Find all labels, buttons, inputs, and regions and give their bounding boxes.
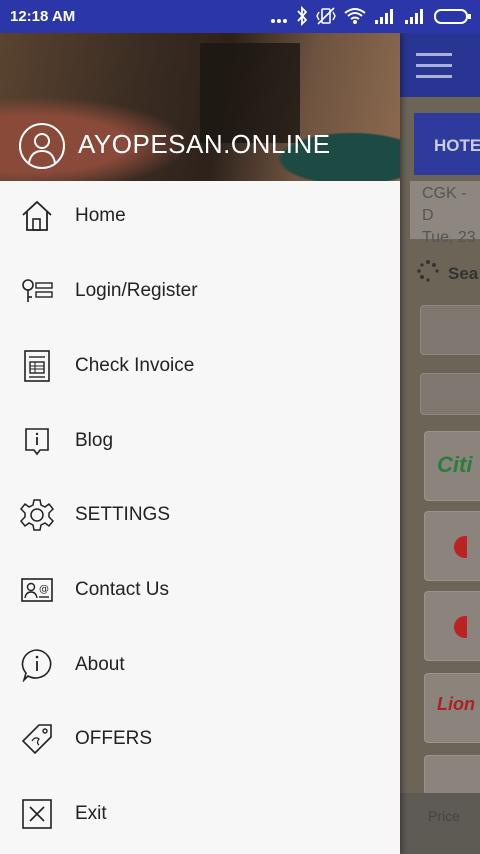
signal-icon <box>404 6 426 31</box>
route-line: CGK - D <box>422 185 467 224</box>
bluetooth-icon <box>296 5 308 31</box>
menu-item-home[interactable]: Home <box>0 179 400 253</box>
date-line: Tue, 23 <box>422 229 476 246</box>
menu-item-about[interactable]: About <box>0 628 400 702</box>
search-status: Sea <box>416 259 478 288</box>
airline-logo-icon <box>454 616 476 638</box>
airline-card[interactable] <box>424 591 480 661</box>
invoice-icon <box>20 349 54 383</box>
menu-item-label: SETTINGS <box>75 504 171 525</box>
menu-item-contact-us[interactable]: @ Contact Us <box>0 553 400 627</box>
airline-card[interactable]: Lion <box>424 673 480 743</box>
more-dots-icon <box>270 6 288 31</box>
search-label: Sea <box>448 263 479 283</box>
airline-card[interactable] <box>424 511 480 581</box>
airline-card[interactable]: Citi <box>424 431 480 501</box>
sort-box[interactable] <box>420 373 480 415</box>
gear-icon <box>20 498 54 532</box>
menu-item-check-invoice[interactable]: Check Invoice <box>0 329 400 403</box>
menu-item-blog[interactable]: Blog <box>0 404 400 478</box>
navigation-drawer: AYOPESAN.ONLINE Home Login/Register Chec… <box>0 33 400 854</box>
price-footer: Price <box>400 793 480 854</box>
info-icon <box>20 648 54 682</box>
status-bar: 12:18 AM <box>0 0 480 33</box>
tab-hotel[interactable]: HOTE <box>414 113 480 175</box>
home-icon <box>20 199 54 233</box>
signal-icon <box>374 6 396 31</box>
menu-item-offers[interactable]: OFFERS <box>0 702 400 776</box>
menu-item-settings[interactable]: SETTINGS <box>0 478 400 552</box>
spinner-icon <box>416 259 440 288</box>
airline-logo-icon <box>454 536 476 558</box>
key-icon <box>20 274 54 308</box>
close-box-icon <box>20 797 54 831</box>
avatar[interactable] <box>19 123 65 169</box>
hamburger-icon[interactable] <box>416 53 452 86</box>
brand-name: AYOPESAN.ONLINE <box>78 129 331 159</box>
status-time: 12:18 AM <box>10 8 76 25</box>
screen: 12:18 AM HOTE CGK - D Tue, 23 Sea Citi L… <box>0 0 480 854</box>
menu-item-login[interactable]: Login/Register <box>0 254 400 328</box>
airline-card[interactable] <box>424 755 480 795</box>
svg-text:@: @ <box>39 584 49 595</box>
filter-box[interactable] <box>420 305 480 355</box>
airline-name: Lion <box>437 694 475 714</box>
menu-item-label: Blog <box>75 430 114 451</box>
wifi-icon <box>344 6 366 31</box>
menu-item-label: Contact Us <box>75 579 169 600</box>
drawer-header: AYOPESAN.ONLINE <box>0 33 400 181</box>
menu-item-label: Exit <box>75 803 107 824</box>
airline-name: Citi <box>437 452 473 477</box>
blog-icon <box>20 424 54 458</box>
status-icons <box>270 5 472 31</box>
header-background-image <box>200 43 300 143</box>
battery-icon <box>434 6 472 31</box>
menu-item-label: Check Invoice <box>75 355 195 376</box>
menu-item-label: About <box>75 654 125 675</box>
menu-item-label: Login/Register <box>75 280 198 301</box>
menu-item-label: OFFERS <box>75 728 153 749</box>
tag-icon <box>20 722 54 756</box>
menu-item-label: Home <box>75 205 126 226</box>
contact-card-icon: @ <box>20 573 54 607</box>
route-info: CGK - D Tue, 23 <box>422 183 480 249</box>
menu-item-exit[interactable]: Exit <box>0 777 400 851</box>
app-bar <box>400 33 480 97</box>
vibrate-icon <box>316 6 336 31</box>
price-label: Price <box>428 808 460 824</box>
